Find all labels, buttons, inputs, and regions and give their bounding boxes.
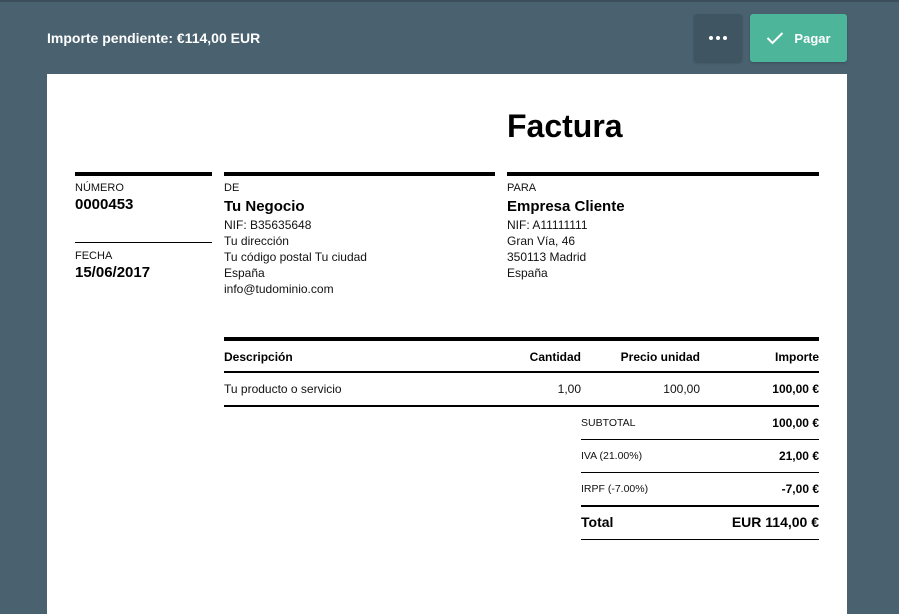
from-tax-id: NIF: B35635648 <box>224 218 312 232</box>
invoice-title: Factura <box>507 108 623 144</box>
window-top-edge <box>0 0 899 2</box>
irpf-value: -7,00 € <box>781 482 819 496</box>
from-name: Tu Negocio <box>224 198 305 215</box>
invoice-date: 15/06/2017 <box>75 264 151 281</box>
to-rule <box>507 172 819 176</box>
row-description: Tu producto o servicio <box>224 382 342 396</box>
pay-button[interactable]: Pagar <box>750 14 847 62</box>
total-label: Total <box>581 514 614 530</box>
invoice-paper: Factura NÚMERO 0000453 FECHA 15/06/2017 … <box>47 74 847 614</box>
from-city: Tu código postal Tu ciudad <box>224 250 367 264</box>
check-icon <box>767 32 784 45</box>
date-label: FECHA <box>75 250 113 262</box>
subtotal-label: SUBTOTAL <box>581 417 636 429</box>
pay-button-label: Pagar <box>794 30 831 46</box>
table-bottom-rule <box>224 405 819 407</box>
table-header-rule <box>224 371 819 373</box>
from-label: DE <box>224 182 240 194</box>
iva-label: IVA (21.00%) <box>581 450 643 462</box>
col-description: Descripción <box>224 350 293 364</box>
col-unit-price: Precio unidad <box>620 350 700 364</box>
row-unit-price: 100,00 <box>663 382 700 396</box>
from-country: España <box>224 266 265 280</box>
irpf-rule <box>581 505 819 507</box>
to-label: PARA <box>507 182 537 194</box>
more-dots-icon-dot-3 <box>723 36 727 40</box>
row-amount: 100,00 € <box>772 382 819 396</box>
to-city: 350113 Madrid <box>507 250 587 264</box>
iva-value: 21,00 € <box>778 449 819 463</box>
from-address: Tu dirección <box>224 234 289 248</box>
subtotal-value: 100,00 € <box>772 416 819 430</box>
to-country: España <box>507 266 548 280</box>
amount-due: Importe pendiente: €114,00 EUR <box>47 30 261 46</box>
iva-rule <box>581 472 819 473</box>
from-email: info@tudominio.com <box>224 282 334 296</box>
more-dots-icon <box>709 36 713 40</box>
subtotal-rule <box>581 439 819 440</box>
total-value: EUR 114,00 € <box>731 514 819 530</box>
col-amount: Importe <box>774 350 819 364</box>
total-rule <box>581 539 819 540</box>
more-dots-icon-dot-2 <box>716 36 720 40</box>
date-rule <box>75 242 212 243</box>
irpf-label: IRPF (-7.00%) <box>581 483 649 495</box>
to-address: Gran Vía, 46 <box>507 234 576 248</box>
number-label: NÚMERO <box>75 182 124 194</box>
col-quantity: Cantidad <box>529 350 581 364</box>
from-rule <box>224 172 495 176</box>
number-rule <box>75 172 212 176</box>
invoice-number: 0000453 <box>75 196 134 213</box>
more-options-button[interactable] <box>694 14 742 62</box>
to-tax-id: NIF: A11111111 <box>507 218 588 232</box>
to-name: Empresa Cliente <box>507 198 625 215</box>
table-top-rule <box>224 337 819 341</box>
row-quantity: 1,00 <box>557 382 581 396</box>
